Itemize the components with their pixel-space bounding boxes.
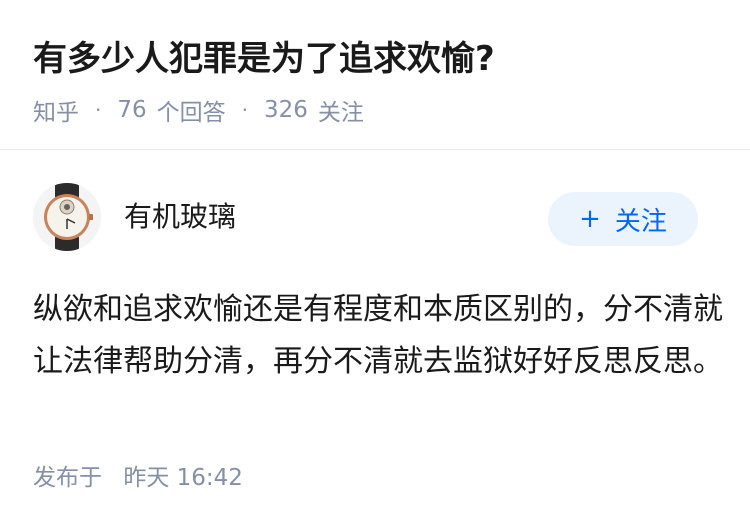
meta-separator: · [95, 98, 102, 122]
avatar[interactable] [33, 183, 101, 251]
published-label: 发布于 [33, 465, 102, 491]
watch-avatar-icon [33, 183, 101, 251]
answer-card: 有机玻璃 + 关注 纵欲和追求欢愉还是有程度和本质区别的，分不清就让法律帮助分清… [0, 150, 750, 530]
question-title[interactable]: 有多少人犯罪是为了追求欢愉? [33, 36, 495, 82]
follower-count: 326 [264, 97, 308, 123]
answer-content[interactable]: 纵欲和追求欢愉还是有程度和本质区别的，分不清就让法律帮助分清，再分不清就去监狱好… [33, 284, 723, 388]
question-header: 有多少人犯罪是为了追求欢愉? 知乎 · 76 个回答 · 326 关注 [0, 0, 750, 150]
author-name[interactable]: 有机玻璃 [124, 198, 236, 236]
answer-count-label[interactable]: 个回答 [157, 93, 226, 127]
follow-button[interactable]: + 关注 [548, 192, 698, 246]
question-meta: 知乎 · 76 个回答 · 326 关注 [33, 93, 364, 127]
published-time: 昨天 16:42 [123, 465, 243, 491]
plus-icon: + [579, 204, 601, 234]
meta-separator: · [241, 98, 248, 122]
source-label[interactable]: 知乎 [33, 93, 79, 127]
follower-count-label[interactable]: 关注 [318, 93, 364, 127]
answer-time: 发布于 昨天 16:42 [33, 462, 243, 494]
answer-count: 76 [117, 97, 147, 123]
follow-button-label: 关注 [614, 206, 667, 237]
